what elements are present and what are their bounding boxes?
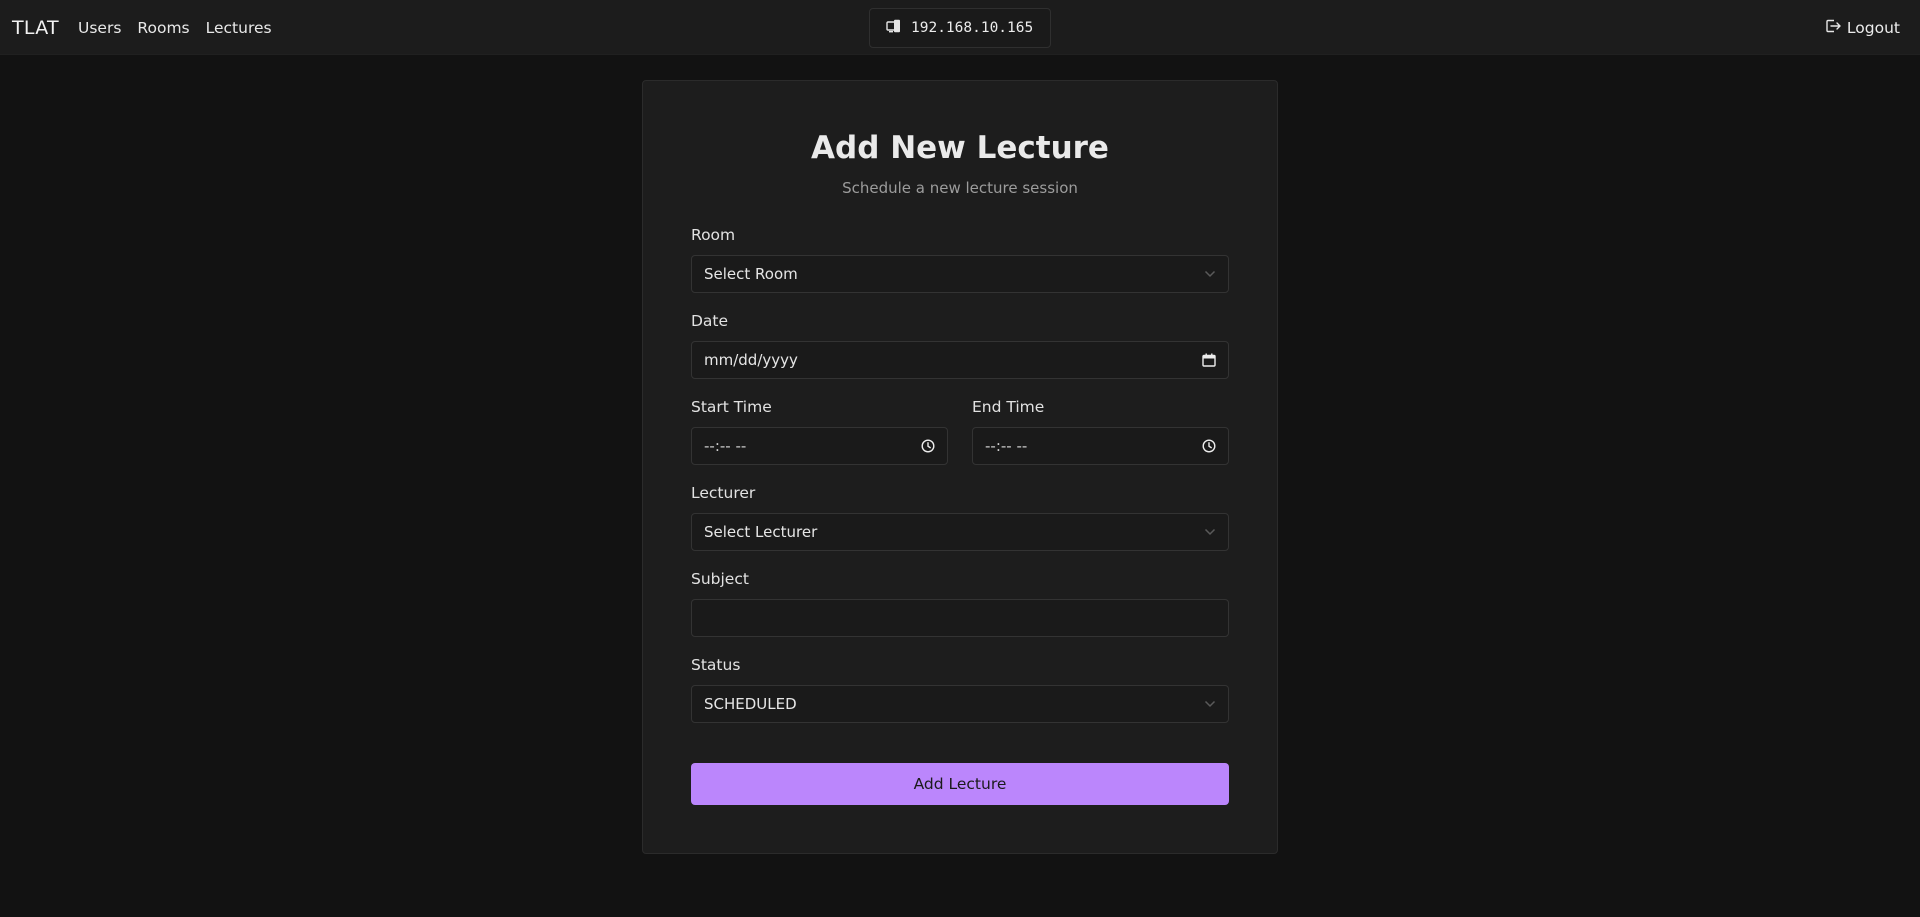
lecturer-select-value: Select Lecturer: [704, 523, 818, 541]
end-time-value: --:-- --: [985, 437, 1028, 455]
logout-label: Logout: [1846, 19, 1900, 37]
start-time-value: --:-- --: [704, 437, 747, 455]
chevron-down-icon: [1204, 270, 1216, 278]
start-time-input[interactable]: --:-- --: [691, 427, 948, 465]
nav-link-lectures[interactable]: Lectures: [206, 19, 272, 37]
logout-icon: [1825, 18, 1842, 38]
status-select-value: SCHEDULED: [704, 695, 797, 713]
subject-input[interactable]: [691, 599, 1229, 637]
logout-button[interactable]: Logout: [1825, 18, 1900, 38]
nav-links: Users Rooms Lectures: [78, 19, 272, 37]
nav-link-rooms[interactable]: Rooms: [137, 19, 189, 37]
top-navbar: TLAT Users Rooms Lectures 192.168.10.165…: [0, 0, 1920, 55]
page-title: Add New Lecture: [811, 130, 1109, 166]
room-label: Room: [691, 226, 736, 244]
room-select[interactable]: Select Room: [691, 255, 1229, 293]
room-select-value: Select Room: [704, 265, 798, 283]
status-label: Status: [691, 656, 741, 674]
start-time-label: Start Time: [691, 398, 772, 416]
add-lecture-card: Add New Lecture Schedule a new lecture s…: [642, 80, 1278, 854]
subject-label: Subject: [691, 570, 749, 588]
date-input[interactable]: mm/dd/yyyy: [691, 341, 1229, 379]
end-time-label: End Time: [972, 398, 1045, 416]
date-label: Date: [691, 312, 729, 330]
chevron-down-icon: [1204, 700, 1216, 708]
ip-address-badge[interactable]: 192.168.10.165: [869, 8, 1051, 48]
lecturer-select[interactable]: Select Lecturer: [691, 513, 1229, 551]
nav-link-users[interactable]: Users: [78, 19, 121, 37]
ip-address-text: 192.168.10.165: [911, 20, 1034, 36]
lecturer-label: Lecturer: [691, 484, 756, 502]
brand-logo[interactable]: TLAT: [12, 17, 59, 39]
date-input-value: mm/dd/yyyy: [704, 351, 798, 369]
clock-icon[interactable]: [921, 439, 935, 453]
clock-icon[interactable]: [1202, 439, 1216, 453]
devices-icon: [886, 19, 902, 38]
calendar-icon[interactable]: [1202, 353, 1216, 367]
add-lecture-button[interactable]: Add Lecture: [691, 763, 1229, 805]
page-subtitle: Schedule a new lecture session: [842, 179, 1078, 197]
end-time-input[interactable]: --:-- --: [972, 427, 1229, 465]
chevron-down-icon: [1204, 528, 1216, 536]
status-select[interactable]: SCHEDULED: [691, 685, 1229, 723]
